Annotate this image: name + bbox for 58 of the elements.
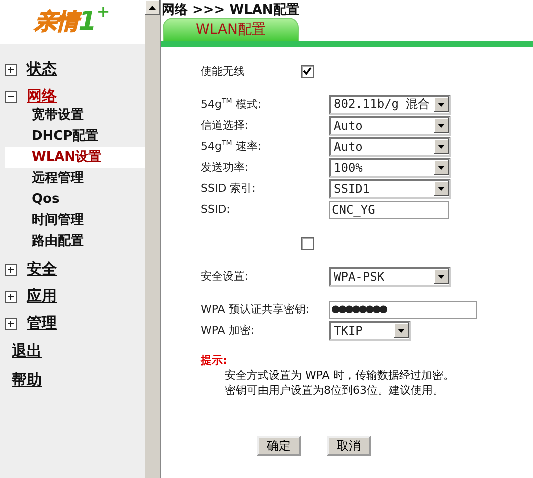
sidebar-link[interactable]: 退出 — [12, 342, 42, 360]
field-label: 信道选择: — [201, 118, 250, 133]
expand-icon[interactable] — [5, 318, 17, 330]
dropdown[interactable]: Auto — [329, 116, 451, 136]
caret-icon — [438, 166, 445, 170]
checkbox[interactable] — [301, 65, 314, 78]
caret-icon — [438, 124, 445, 128]
caret-icon — [438, 102, 445, 106]
dropdown[interactable]: 802.11b/g 混合 — [329, 94, 451, 114]
sidebar-link[interactable]: 帮助 — [12, 371, 42, 389]
caret-icon — [438, 186, 445, 190]
hint-text: 密钥可由用户设置为8位到63位。建议使用。 — [224, 383, 445, 398]
password-field[interactable]: ●●●●●●●● — [329, 300, 477, 318]
logo-text: 1 — [78, 7, 97, 37]
sidebar-item[interactable]: 状态 — [27, 60, 57, 79]
caret-icon — [438, 274, 445, 278]
sidebar-item[interactable]: 管理 — [27, 314, 57, 333]
field-label: SSID: — [201, 203, 232, 216]
caret-icon — [398, 328, 405, 332]
caret-up-icon — [149, 6, 156, 10]
sidebar-subitem[interactable]: 宽带设置 — [5, 105, 145, 126]
hint-title: 提示: — [201, 353, 228, 368]
dropdown[interactable]: SSID1 — [329, 178, 451, 198]
field-label: WPA 预认证共享密钥: — [201, 302, 311, 317]
dropdown[interactable]: WPA-PSK — [329, 266, 451, 286]
sidebar-item[interactable]: 网络 — [27, 87, 57, 106]
sidebar-subitem[interactable]: 时间管理 — [5, 210, 145, 231]
input-field[interactable]: CNC_YG — [329, 200, 449, 218]
collapse-icon[interactable] — [5, 90, 17, 102]
form-button[interactable]: 取消 — [327, 436, 371, 456]
hint-text: 安全方式设置为 WPA 时，传输数据经过加密。 — [224, 368, 456, 383]
expand-icon[interactable] — [5, 64, 17, 76]
logo-text: + — [96, 2, 110, 21]
field-label: 54g$^{TM}$ 速率: — [201, 139, 263, 154]
scroll-up-button[interactable] — [145, 0, 160, 15]
caret-icon — [438, 144, 445, 148]
dropdown[interactable]: Auto — [329, 136, 451, 156]
field-label: 安全设置: — [201, 269, 250, 284]
checkbox[interactable] — [301, 237, 314, 250]
sidebar-item[interactable]: 应用 — [27, 287, 57, 306]
sidebar-subitem[interactable]: DHCP配置 — [5, 126, 145, 147]
dropdown[interactable]: 100% — [329, 158, 451, 178]
expand-icon[interactable] — [5, 290, 17, 302]
dropdown[interactable]: TKIP — [329, 320, 411, 340]
tab[interactable]: WLAN配置 — [163, 18, 299, 41]
form-button[interactable]: 确定 — [257, 436, 301, 456]
field-label: 54g$^{TM}$ 模式: — [201, 97, 263, 112]
breadcrumb: 网络 >>> WLAN配置 — [161, 2, 300, 18]
sidebar-item[interactable]: 安全 — [27, 260, 57, 279]
sidebar-subitem[interactable]: Qos — [5, 189, 145, 210]
sidebar-subitem[interactable]: 远程管理 — [5, 168, 145, 189]
expand-icon[interactable] — [5, 264, 17, 276]
sidebar-subitem[interactable]: 路由配置 — [5, 231, 145, 252]
field-label: 发送功率: — [201, 160, 250, 175]
sidebar-subitem[interactable]: WLAN设置 — [5, 147, 145, 168]
field-label: 使能无线 — [201, 64, 246, 79]
field-label: SSID 索引: — [201, 181, 257, 196]
field-label: WPA 加密: — [201, 323, 256, 338]
